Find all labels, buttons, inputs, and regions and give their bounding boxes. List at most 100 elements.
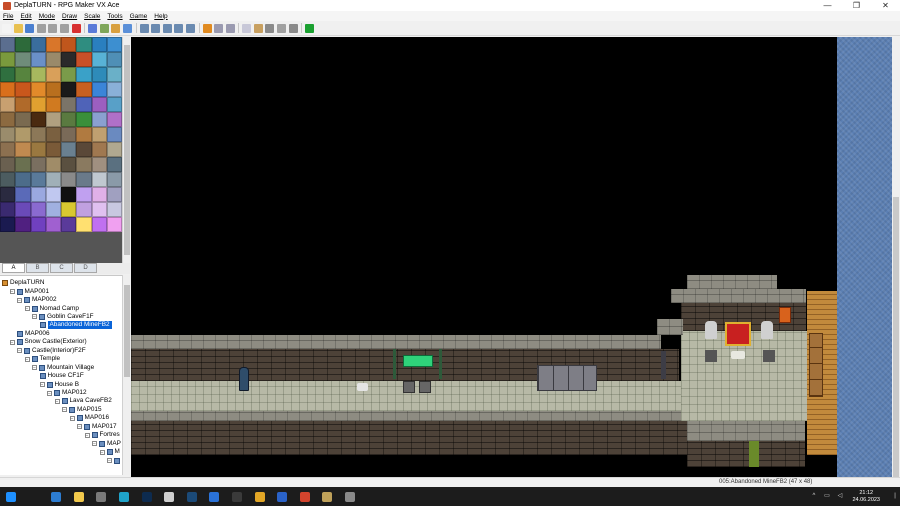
tile[interactable] bbox=[45, 172, 61, 187]
tile[interactable] bbox=[15, 157, 31, 172]
tile[interactable] bbox=[30, 172, 46, 187]
tile[interactable] bbox=[30, 52, 46, 67]
resource-manager-icon[interactable] bbox=[253, 23, 263, 33]
menu-edit[interactable]: Edit bbox=[20, 13, 31, 20]
menu-file[interactable]: File bbox=[3, 13, 13, 20]
tile[interactable] bbox=[61, 157, 77, 172]
tile[interactable] bbox=[91, 187, 107, 202]
tile[interactable] bbox=[61, 142, 77, 157]
tile[interactable] bbox=[30, 82, 46, 97]
roblox-icon[interactable] bbox=[164, 491, 175, 502]
collapse-toggle-icon[interactable]: − bbox=[99, 449, 105, 455]
tile[interactable] bbox=[106, 157, 122, 172]
tile[interactable] bbox=[76, 142, 92, 157]
collapse-toggle-icon[interactable]: − bbox=[32, 314, 37, 320]
character-generator-icon[interactable] bbox=[288, 23, 298, 33]
minimize-button[interactable]: — bbox=[813, 0, 842, 11]
photoshop-icon[interactable] bbox=[141, 491, 152, 502]
map-tree-item[interactable]: − Nomad Camp bbox=[24, 304, 79, 312]
tile[interactable] bbox=[0, 157, 16, 172]
network-icon[interactable]: ▭ bbox=[823, 493, 830, 500]
tile[interactable] bbox=[91, 157, 107, 172]
tile[interactable] bbox=[106, 52, 122, 67]
tile[interactable] bbox=[106, 142, 122, 157]
tile[interactable] bbox=[30, 217, 46, 232]
rectangle-icon[interactable] bbox=[151, 23, 161, 33]
tile[interactable] bbox=[45, 97, 61, 112]
tile[interactable] bbox=[45, 217, 61, 232]
map-tree-item[interactable]: − House B bbox=[39, 380, 79, 388]
tile[interactable] bbox=[15, 97, 31, 112]
tile[interactable] bbox=[0, 202, 16, 217]
collapse-toggle-icon[interactable]: − bbox=[9, 339, 15, 345]
collapse-toggle-icon[interactable]: − bbox=[107, 458, 112, 464]
tile[interactable] bbox=[0, 217, 16, 232]
map-tree-item[interactable]: − MAP017 bbox=[77, 423, 117, 431]
save-icon[interactable] bbox=[25, 23, 35, 33]
map-tree-item[interactable]: − Castle(Interior)F2F bbox=[17, 347, 86, 355]
maximize-button[interactable]: ❐ bbox=[842, 0, 871, 11]
chevron-up-icon[interactable]: ^ bbox=[810, 493, 817, 500]
tile[interactable] bbox=[15, 52, 31, 67]
tile[interactable] bbox=[0, 67, 16, 82]
tab-a[interactable]: A bbox=[2, 263, 25, 273]
layer1-icon[interactable] bbox=[99, 23, 109, 33]
chrome-icon[interactable] bbox=[254, 491, 265, 502]
tile[interactable] bbox=[76, 82, 92, 97]
tile[interactable] bbox=[106, 187, 122, 202]
tile[interactable] bbox=[61, 82, 77, 97]
tile[interactable] bbox=[0, 37, 16, 52]
map-tree-item[interactable]: − Temple bbox=[24, 355, 60, 363]
menu-help[interactable]: Help bbox=[154, 13, 167, 20]
tile[interactable] bbox=[15, 67, 31, 82]
tile[interactable] bbox=[15, 112, 31, 127]
tileset-palette[interactable] bbox=[0, 37, 122, 263]
tile[interactable] bbox=[0, 142, 16, 157]
tile[interactable] bbox=[30, 142, 46, 157]
palette-scroll-thumb[interactable] bbox=[124, 45, 130, 255]
app-window-icon[interactable] bbox=[344, 491, 355, 502]
tile[interactable] bbox=[76, 52, 92, 67]
settings-icon[interactable] bbox=[96, 491, 107, 502]
scale-1-4-icon[interactable] bbox=[225, 23, 235, 33]
tab-c[interactable]: C bbox=[50, 263, 73, 273]
tile[interactable] bbox=[91, 67, 107, 82]
tile[interactable] bbox=[15, 202, 31, 217]
map-tree-item[interactable]: − MAP bbox=[92, 440, 121, 448]
collapse-toggle-icon[interactable]: − bbox=[69, 415, 75, 421]
sound-test-icon[interactable] bbox=[277, 23, 287, 33]
palette-scrollbar[interactable] bbox=[122, 37, 130, 263]
map-tree-scrollbar[interactable] bbox=[122, 275, 130, 475]
scale-1-1-icon[interactable] bbox=[202, 23, 212, 33]
epic-games-icon[interactable] bbox=[231, 491, 242, 502]
tile[interactable] bbox=[45, 187, 61, 202]
tile[interactable] bbox=[106, 127, 122, 142]
tile[interactable] bbox=[61, 97, 77, 112]
tile[interactable] bbox=[30, 157, 46, 172]
tile[interactable] bbox=[106, 37, 122, 52]
map-tree-item[interactable]: − MAP016 bbox=[69, 414, 109, 422]
map-tree-item[interactable]: − MAP012 bbox=[47, 389, 87, 397]
tile[interactable] bbox=[76, 37, 92, 52]
edge-icon[interactable] bbox=[118, 491, 129, 502]
tile[interactable] bbox=[61, 67, 77, 82]
ellipse-icon[interactable] bbox=[162, 23, 172, 33]
tile[interactable] bbox=[61, 112, 77, 127]
tile[interactable] bbox=[91, 142, 107, 157]
tile[interactable] bbox=[30, 127, 46, 142]
collapse-toggle-icon[interactable]: − bbox=[9, 289, 15, 295]
tile[interactable] bbox=[91, 82, 107, 97]
tile[interactable] bbox=[91, 37, 107, 52]
tile[interactable] bbox=[45, 52, 61, 67]
playtest-icon[interactable] bbox=[305, 23, 315, 33]
tile[interactable] bbox=[76, 202, 92, 217]
tile[interactable] bbox=[61, 172, 77, 187]
browser-icon[interactable] bbox=[299, 491, 310, 502]
tile[interactable] bbox=[91, 112, 107, 127]
map-scroll-thumb[interactable] bbox=[893, 197, 899, 497]
collapse-toggle-icon[interactable]: − bbox=[62, 407, 67, 413]
map-tree-item[interactable]: − Snow Castle(Exterior) bbox=[9, 338, 87, 346]
cut-icon[interactable] bbox=[36, 23, 46, 33]
map-tree-item[interactable]: − MAP002 bbox=[17, 296, 57, 304]
start-icon[interactable] bbox=[6, 491, 16, 502]
